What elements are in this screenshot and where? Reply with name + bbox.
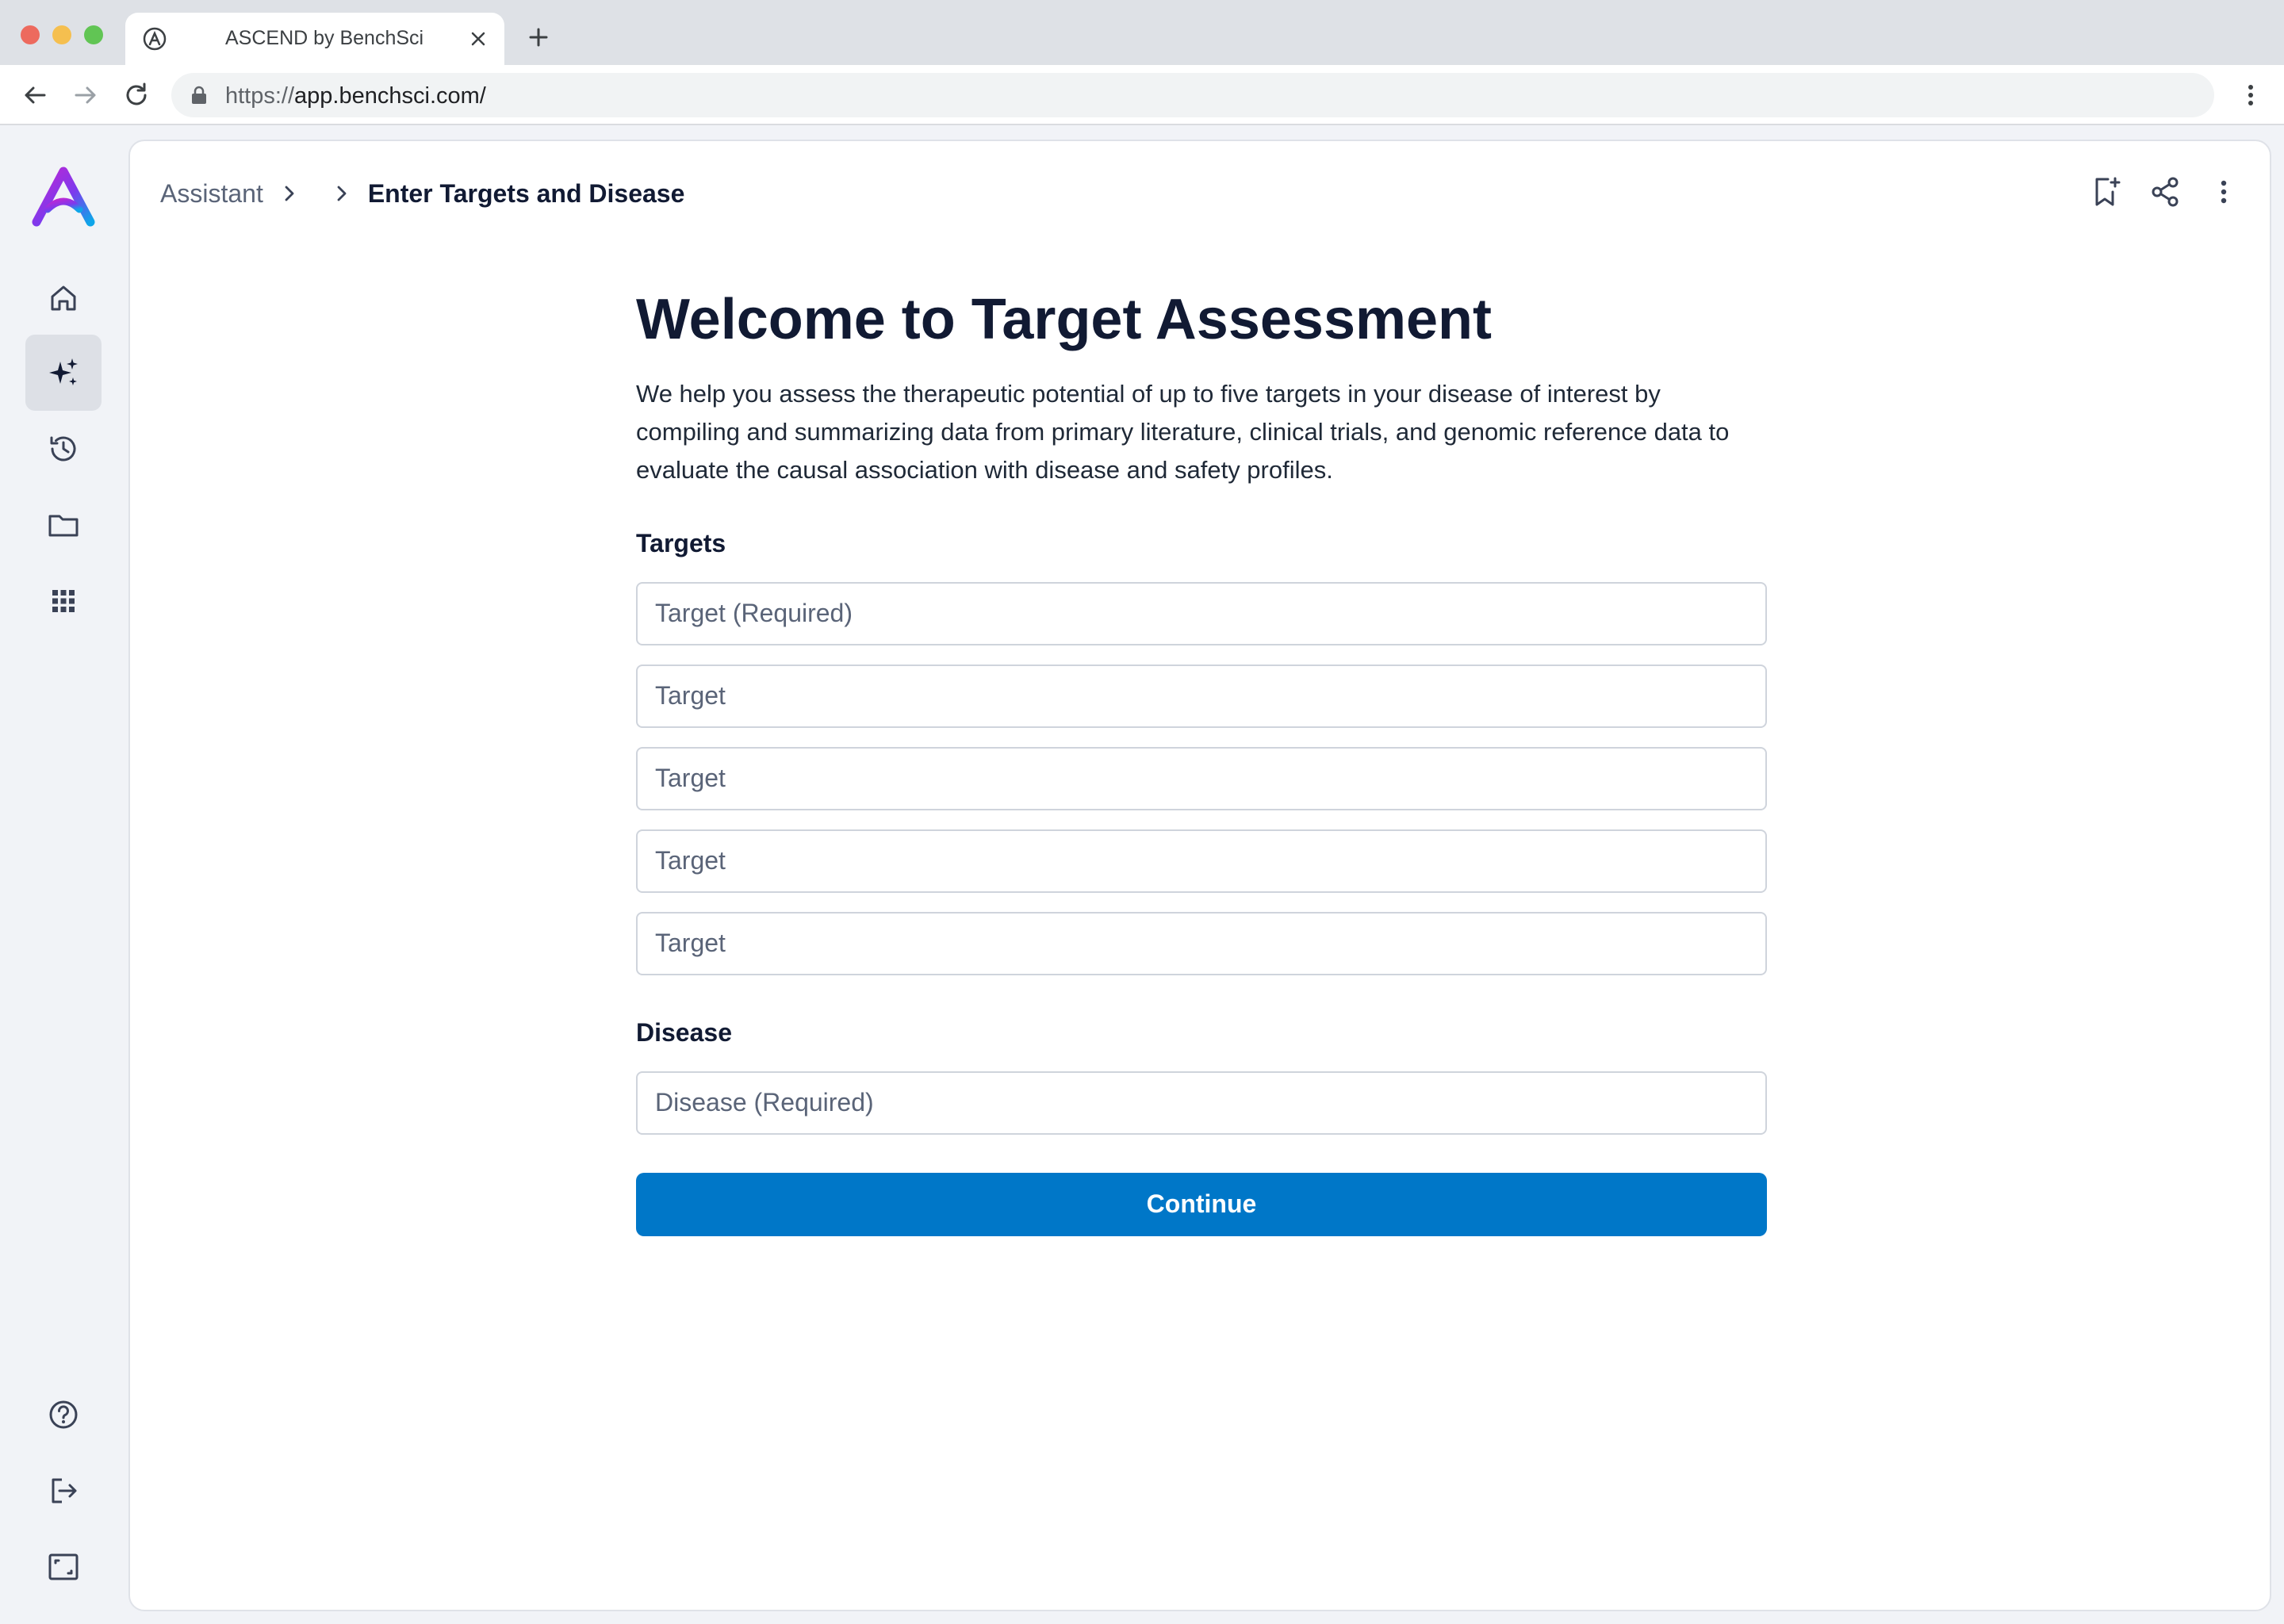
main-card: Assistant Enter Targets and Disease Welc… xyxy=(128,140,2271,1611)
rail-logout-button[interactable] xyxy=(25,1453,102,1529)
targets-label: Targets xyxy=(636,528,726,557)
tab-title: ASCEND by BenchSci xyxy=(225,27,424,49)
collapse-icon xyxy=(48,1553,79,1580)
url-host: app.benchsci.com/ xyxy=(294,83,486,109)
rail-assistant-button[interactable] xyxy=(25,335,102,411)
chevron-right-icon xyxy=(337,186,347,201)
disease-input[interactable] xyxy=(636,1071,1767,1135)
window-minimize-button[interactable] xyxy=(52,25,71,44)
target-assessment-form: Welcome to Target Assessment We help you… xyxy=(636,287,1767,1236)
browser-tab[interactable]: ASCEND by BenchSci xyxy=(125,13,504,65)
browser-menu-icon[interactable] xyxy=(2235,79,2267,111)
help-icon xyxy=(49,1400,78,1429)
target-input-3[interactable] xyxy=(636,746,1767,810)
url-text: https://app.benchsci.com/ xyxy=(225,83,486,109)
browser-toolbar: https://app.benchsci.com/ xyxy=(0,65,2284,125)
address-bar[interactable]: https://app.benchsci.com/ xyxy=(171,73,2214,117)
window-maximize-button[interactable] xyxy=(84,25,103,44)
breadcrumb: Assistant Enter Targets and Disease xyxy=(160,173,684,214)
rail-home-button[interactable] xyxy=(25,260,102,336)
breadcrumb-current: Enter Targets and Disease xyxy=(367,178,685,208)
apps-grid-icon xyxy=(52,590,75,612)
intro-text: We help you assess the therapeutic poten… xyxy=(636,379,1730,484)
ascend-favicon-icon xyxy=(143,27,167,51)
chevron-right-icon xyxy=(285,186,294,201)
new-tab-icon[interactable] xyxy=(525,24,552,51)
breadcrumb-assistant-link[interactable]: Assistant xyxy=(160,179,263,209)
target-input-2[interactable] xyxy=(636,664,1767,728)
reload-icon[interactable] xyxy=(121,79,152,111)
ascend-logo-icon[interactable] xyxy=(30,165,97,228)
lock-icon xyxy=(192,86,206,104)
tab-close-icon[interactable] xyxy=(465,25,492,52)
home-icon xyxy=(51,285,76,311)
rail-collapse-button[interactable] xyxy=(25,1529,102,1605)
rail-folder-button[interactable] xyxy=(25,487,102,563)
more-options-icon[interactable] xyxy=(2206,174,2241,209)
card-actions xyxy=(2089,174,2241,209)
logout-icon xyxy=(52,1478,77,1503)
target-input-4[interactable] xyxy=(636,829,1767,893)
window-close-button[interactable] xyxy=(21,25,40,44)
rail-history-button[interactable] xyxy=(25,411,102,487)
target-input-1[interactable] xyxy=(636,581,1767,645)
browser-tab-bar: ASCEND by BenchSci xyxy=(0,0,2284,65)
disease-label: Disease xyxy=(636,1017,732,1047)
left-rail xyxy=(0,125,127,1624)
history-icon xyxy=(50,436,76,462)
bookmark-add-icon[interactable] xyxy=(2089,174,2124,209)
rail-help-button[interactable] xyxy=(25,1377,102,1453)
sparkles-icon xyxy=(49,358,78,385)
continue-button[interactable]: Continue xyxy=(636,1172,1767,1236)
forward-arrow-icon[interactable] xyxy=(70,79,102,111)
url-scheme: https:// xyxy=(225,83,295,109)
folder-icon xyxy=(48,515,79,537)
rail-apps-button[interactable] xyxy=(25,563,102,639)
share-icon[interactable] xyxy=(2148,174,2182,209)
back-arrow-icon[interactable] xyxy=(19,79,51,111)
target-input-5[interactable] xyxy=(636,911,1767,975)
page-title: Welcome to Target Assessment xyxy=(636,288,1493,351)
